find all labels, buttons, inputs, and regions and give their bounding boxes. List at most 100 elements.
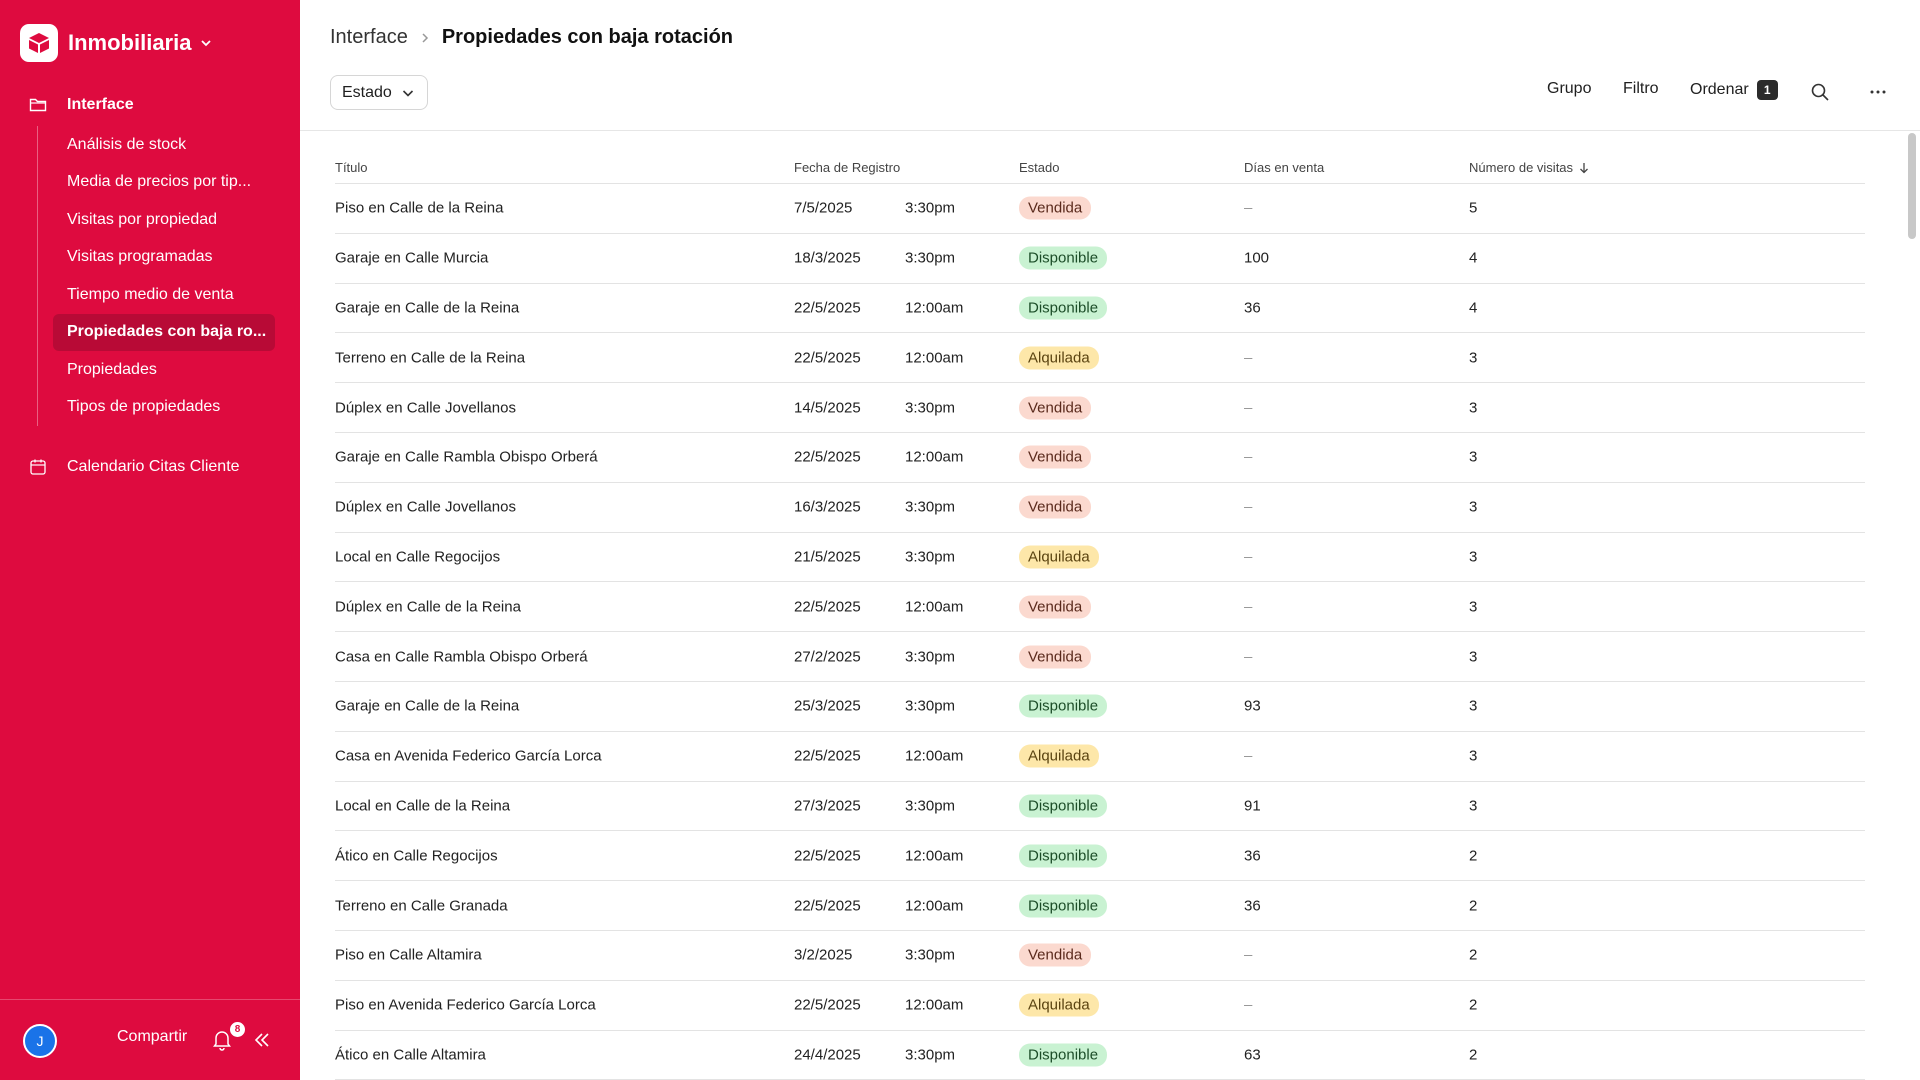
table-row[interactable]: Casa en Avenida Federico García Lorca 22/…	[335, 732, 1865, 782]
cell-dias: –	[1244, 199, 1253, 217]
cell-fecha: 22/5/2025	[794, 897, 861, 915]
cell-dias: 63	[1244, 1046, 1261, 1064]
status-badge: Disponible	[1019, 1043, 1108, 1067]
sidebar-item-visitas-propiedad[interactable]: Visitas por propiedad	[38, 201, 278, 239]
sidebar-item-propiedades[interactable]: Propiedades	[38, 351, 278, 389]
sidebar-item-media-precios[interactable]: Media de precios por tip...	[38, 164, 278, 202]
table-row[interactable]: Dúplex en Calle de la Reina 22/5/2025 12:0…	[335, 582, 1865, 633]
more-icon[interactable]	[1866, 82, 1890, 102]
cell-hora: 12:00am	[905, 598, 964, 616]
notification-badge: 8	[230, 1022, 245, 1037]
sidebar-group-label: Interface	[67, 96, 134, 113]
cell-visitas: 3	[1469, 548, 1478, 566]
cell-fecha: 18/3/2025	[794, 249, 861, 267]
cell-titulo: Casa en Avenida Federico García Lorca	[335, 747, 602, 765]
cell-estado: Alquilada	[1019, 545, 1099, 569]
cell-titulo: Local en Calle Regocijos	[335, 548, 501, 566]
status-badge: Vendida	[1019, 396, 1092, 420]
cell-visitas: 3	[1469, 448, 1478, 466]
sidebar-item-tiempo-medio[interactable]: Tiempo medio de venta	[38, 276, 278, 314]
table-row[interactable]: Garaje en Calle Rambla Obispo Orberá 22/5…	[335, 433, 1865, 483]
share-button[interactable]: Compartir	[117, 1028, 187, 1046]
search-icon[interactable]	[1810, 82, 1830, 102]
table-row[interactable]: Local en Calle de la Reina 27/3/2025 3:30p…	[335, 782, 1865, 832]
cell-dias: –	[1244, 399, 1253, 417]
cell-estado: Vendida	[1019, 196, 1092, 220]
sidebar-group-interface[interactable]: Interface	[20, 90, 280, 120]
table-row[interactable]: Terreno en Calle de la Reina 22/5/2025 12:…	[335, 333, 1865, 384]
cell-visitas: 4	[1469, 249, 1478, 267]
table-row[interactable]: Garaje en Calle de la Reina 22/5/2025 12:0…	[335, 284, 1865, 334]
column-header-dias[interactable]: Días en venta	[1244, 160, 1324, 175]
cell-dias: –	[1244, 349, 1253, 367]
cell-hora: 3:30pm	[905, 797, 956, 815]
table-row[interactable]: Ático en Calle Altamira 24/4/2025 3:30pm Di…	[335, 1031, 1865, 1080]
sidebar-subnav: Análisis de stock Media de precios por t…	[37, 126, 278, 426]
cell-hora: 3:30pm	[905, 697, 956, 715]
table-row[interactable]: Casa en Calle Rambla Obispo Orberá 27/2/2…	[335, 632, 1865, 682]
bell-icon[interactable]	[212, 1029, 232, 1051]
table-row[interactable]: Ático en Calle Regocijos 22/5/2025 12:00am…	[335, 831, 1865, 882]
table-row[interactable]: Garaje en Calle Murcia 18/3/2025 3:30pm Dis…	[335, 234, 1865, 284]
status-badge: Disponible	[1019, 844, 1108, 868]
column-header-titulo[interactable]: Título	[335, 160, 368, 175]
column-header-estado[interactable]: Estado	[1019, 160, 1059, 175]
cell-visitas: 4	[1469, 299, 1478, 317]
collapse-sidebar-icon[interactable]	[253, 1031, 271, 1049]
cell-titulo: Ático en Calle Regocijos	[335, 847, 498, 865]
workspace-switcher[interactable]: Inmobiliaria	[20, 24, 213, 62]
cell-visitas: 3	[1469, 797, 1478, 815]
cell-fecha: 7/5/2025	[794, 199, 853, 217]
status-badge: Disponible	[1019, 296, 1108, 320]
cell-titulo: Garaje en Calle Rambla Obispo Orberá	[335, 448, 598, 466]
cell-visitas: 2	[1469, 847, 1478, 865]
scrollbar[interactable]	[1908, 133, 1916, 239]
cell-hora: 12:00am	[905, 996, 964, 1014]
cell-estado: Alquilada	[1019, 346, 1099, 370]
cell-visitas: 3	[1469, 747, 1478, 765]
cell-dias: 100	[1244, 249, 1270, 267]
cell-estado: Alquilada	[1019, 993, 1099, 1017]
sidebar-item-tipos-propiedades[interactable]: Tipos de propiedades	[38, 389, 278, 427]
table-row[interactable]: Dúplex en Calle Jovellanos 14/5/2025 3:30p…	[335, 383, 1865, 433]
table-row[interactable]: Dúplex en Calle Jovellanos 16/3/2025 3:30p…	[335, 483, 1865, 533]
status-badge: Alquilada	[1019, 993, 1099, 1017]
cell-hora: 12:00am	[905, 349, 964, 367]
cell-hora: 12:00am	[905, 897, 964, 915]
breadcrumb-root[interactable]: Interface	[330, 26, 408, 49]
avatar[interactable]: J	[23, 1024, 57, 1058]
sidebar-item-visitas-programadas[interactable]: Visitas programadas	[38, 239, 278, 277]
cell-fecha: 25/3/2025	[794, 697, 861, 715]
table-row[interactable]: Garaje en Calle de la Reina 25/3/2025 3:30…	[335, 682, 1865, 732]
estado-filter-label: Estado	[342, 83, 392, 101]
table-row[interactable]: Terreno en Calle Granada 22/5/2025 12:00am…	[335, 881, 1865, 931]
cell-fecha: 22/5/2025	[794, 349, 861, 367]
table-body: Piso en Calle de la Reina 7/5/2025 3:30pm V…	[335, 184, 1865, 1080]
sidebar-item-analisis-stock[interactable]: Análisis de stock	[38, 126, 278, 164]
table-row[interactable]: Piso en Avenida Federico García Lorca 22/…	[335, 981, 1865, 1031]
group-button[interactable]: Grupo	[1547, 80, 1591, 98]
cell-fecha: 27/2/2025	[794, 648, 861, 666]
estado-filter-button[interactable]: Estado	[330, 75, 428, 110]
sidebar-item-baja-rotacion[interactable]: Propiedades con baja ro...	[53, 313, 275, 351]
status-badge: Vendida	[1019, 495, 1092, 519]
cell-titulo: Garaje en Calle de la Reina	[335, 299, 520, 317]
cell-dias: –	[1244, 747, 1253, 765]
cell-titulo: Casa en Calle Rambla Obispo Orberá	[335, 648, 588, 666]
status-badge: Vendida	[1019, 943, 1092, 967]
table-row[interactable]: Piso en Calle de la Reina 7/5/2025 3:30pm V…	[335, 184, 1865, 234]
logo-icon	[20, 24, 58, 62]
sort-button[interactable]: Ordenar 1	[1690, 80, 1778, 100]
cell-estado: Vendida	[1019, 595, 1092, 619]
status-badge: Disponible	[1019, 894, 1108, 918]
cell-hora: 12:00am	[905, 747, 964, 765]
properties-table: Título Fecha de Registro Estado Días en …	[335, 150, 1865, 1080]
table-row[interactable]: Piso en Calle Altamira 3/2/2025 3:30pm Vend…	[335, 931, 1865, 981]
status-badge: Vendida	[1019, 196, 1092, 220]
sidebar-item-calendario[interactable]: Calendario Citas Cliente	[20, 452, 280, 482]
table-row[interactable]: Local en Calle Regocijos 21/5/2025 3:30pm A…	[335, 533, 1865, 583]
sort-arrow-down-icon	[1579, 162, 1589, 174]
column-header-fecha[interactable]: Fecha de Registro	[794, 160, 900, 175]
column-header-visitas[interactable]: Número de visitas	[1469, 160, 1589, 175]
filter-button[interactable]: Filtro	[1623, 80, 1659, 98]
